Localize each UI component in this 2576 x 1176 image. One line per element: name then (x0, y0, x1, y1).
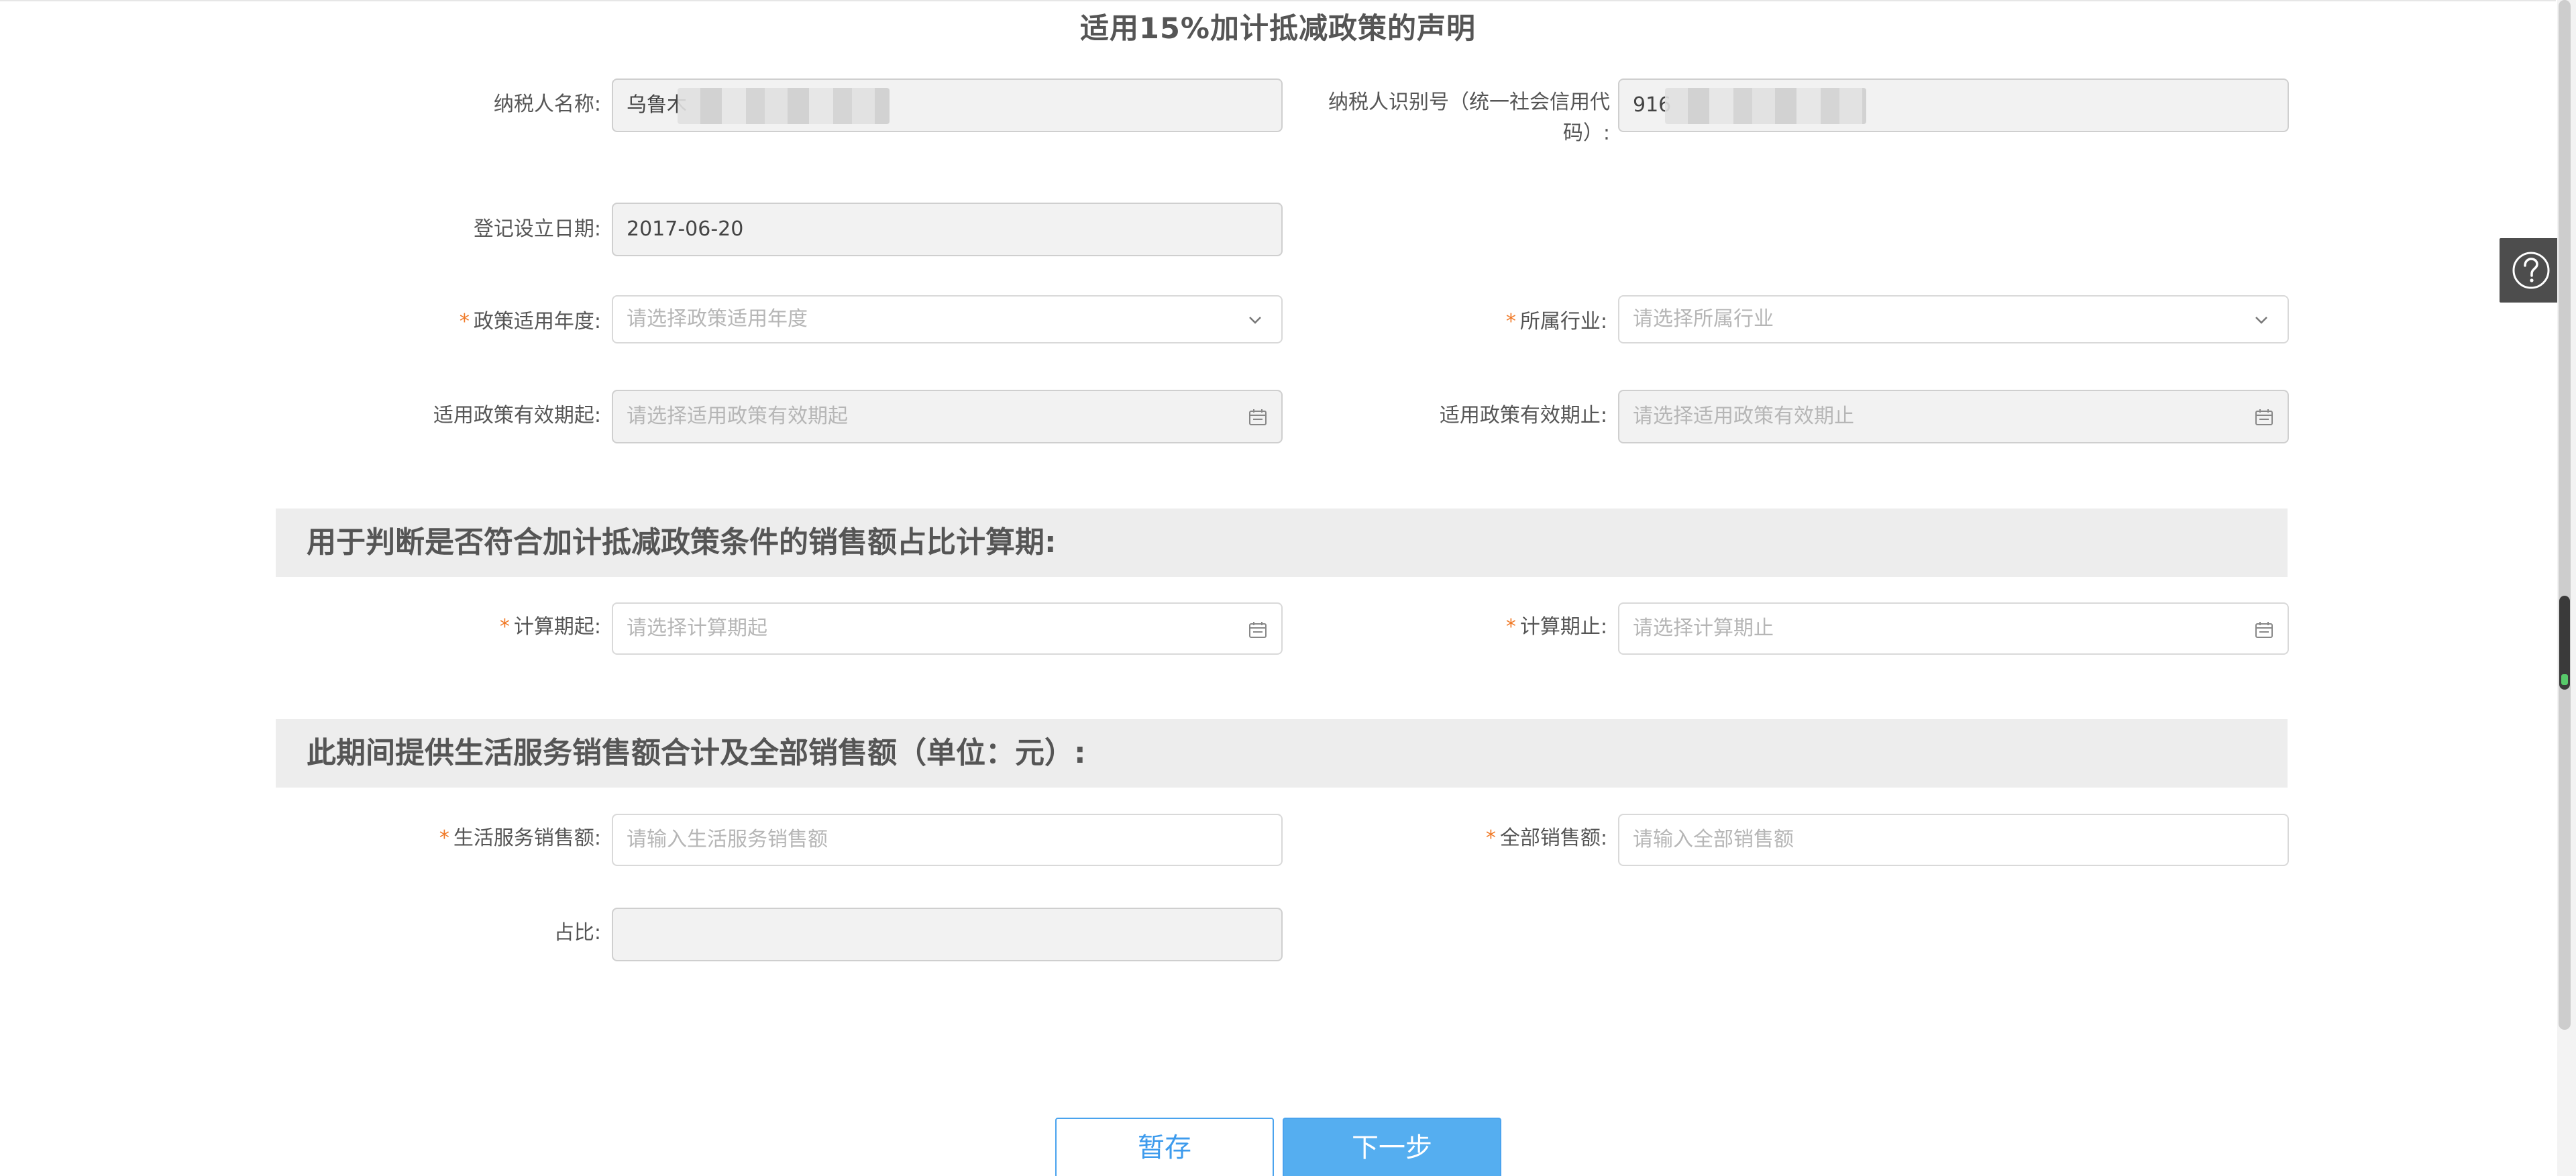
total-sales-input[interactable]: 请输入全部销售额 (1618, 814, 2289, 866)
registration-date-field: 2017-06-20 (612, 203, 1283, 256)
registration-date-label: 登记设立日期: (473, 217, 601, 241)
calc-start-date-input[interactable]: 请选择计算期起 (612, 602, 1283, 655)
ratio-field (612, 908, 1283, 961)
industry-label-text: 所属行业: (1519, 310, 1607, 333)
required-mark: * (1485, 826, 1496, 850)
calc-start-placeholder: 请选择计算期起 (627, 617, 767, 640)
calendar-icon (1249, 409, 1267, 425)
industry-placeholder: 请选择所属行业 (1633, 307, 1774, 331)
next-step-button[interactable]: 下一步 (1283, 1118, 1501, 1176)
chevron-down-icon (1249, 317, 1261, 324)
required-mark: * (499, 615, 510, 639)
page-title: 适用15%加计抵减政策的声明 (1080, 12, 1476, 46)
policy-valid-end-placeholder: 请选择适用政策有效期止 (1633, 405, 1854, 428)
help-circle-icon (2512, 252, 2550, 289)
life-service-sales-label: * 生活服务销售额: (376, 825, 601, 852)
taxpayer-name-label: 纳税人名称: (493, 93, 601, 116)
required-mark: * (459, 310, 470, 333)
total-sales-placeholder: 请输入全部销售额 (1633, 828, 1794, 851)
industry-label: * 所属行业: (1342, 309, 1607, 335)
section-ratio-period-heading: 用于判断是否符合加计抵减政策条件的销售额占比计算期: (276, 509, 2288, 577)
policy-year-select[interactable]: 请选择政策适用年度 (612, 295, 1283, 343)
required-mark: * (1505, 615, 1516, 639)
calendar-icon (1249, 622, 1267, 638)
policy-year-label: * 政策适用年度: (376, 309, 601, 335)
save-draft-button[interactable]: 暂存 (1055, 1118, 1274, 1176)
policy-valid-start-label: 适用政策有效期起: (433, 404, 601, 427)
life-service-sales-label-text: 生活服务销售额: (453, 826, 601, 850)
policy-valid-end-label: 适用政策有效期止: (1439, 404, 1607, 427)
scrollbar-thumb[interactable] (2559, 0, 2571, 1030)
life-service-sales-placeholder: 请输入生活服务销售额 (627, 828, 828, 851)
top-divider (0, 0, 2556, 1)
help-button[interactable] (2500, 238, 2563, 303)
section-sales-amounts-heading: 此期间提供生活服务销售额合计及全部销售额（单位：元）: (276, 719, 2288, 788)
required-mark: * (439, 826, 449, 850)
taxpayer-id-field: 916 (1618, 78, 2289, 132)
total-sales-label: * 全部销售额: (1342, 825, 1607, 852)
taxpayer-id-label: 纳税人识别号（统一社会信用代码）: (1328, 91, 1610, 145)
life-service-sales-input[interactable]: 请输入生活服务销售额 (612, 814, 1283, 866)
policy-year-label-text: 政策适用年度: (473, 310, 601, 333)
taxpayer-name-field: 乌鲁木 (612, 78, 1283, 132)
policy-valid-start-field: 请选择适用政策有效期起 (612, 390, 1283, 443)
total-sales-label-text: 全部销售额: (1499, 826, 1607, 850)
calc-end-date-input[interactable]: 请选择计算期止 (1618, 602, 2289, 655)
chevron-down-icon (2255, 317, 2267, 324)
industry-select[interactable]: 请选择所属行业 (1618, 295, 2289, 343)
calc-end-label-text: 计算期止: (1519, 615, 1607, 639)
calendar-icon (2255, 622, 2273, 638)
scroll-handle-indicator (2561, 674, 2568, 685)
declaration-form-page: 适用15%加计抵减政策的声明 纳税人名称: 乌鲁木 纳税人识别号（统一社会信用代… (0, 0, 2576, 1176)
calc-start-label-text: 计算期起: (513, 615, 601, 639)
policy-year-placeholder: 请选择政策适用年度 (627, 307, 808, 331)
calendar-icon (2255, 409, 2273, 425)
redaction-mask (1665, 88, 1866, 124)
policy-valid-end-field: 请选择适用政策有效期止 (1618, 390, 2289, 443)
calc-start-label: * 计算期起: (376, 614, 601, 641)
registration-date-value: 2017-06-20 (627, 217, 744, 241)
calc-end-label: * 计算期止: (1342, 614, 1607, 641)
required-mark: * (1505, 310, 1516, 333)
redaction-mask (678, 88, 890, 124)
calc-end-placeholder: 请选择计算期止 (1633, 617, 1774, 640)
policy-valid-start-placeholder: 请选择适用政策有效期起 (627, 405, 848, 428)
ratio-label: 占比: (553, 921, 601, 945)
